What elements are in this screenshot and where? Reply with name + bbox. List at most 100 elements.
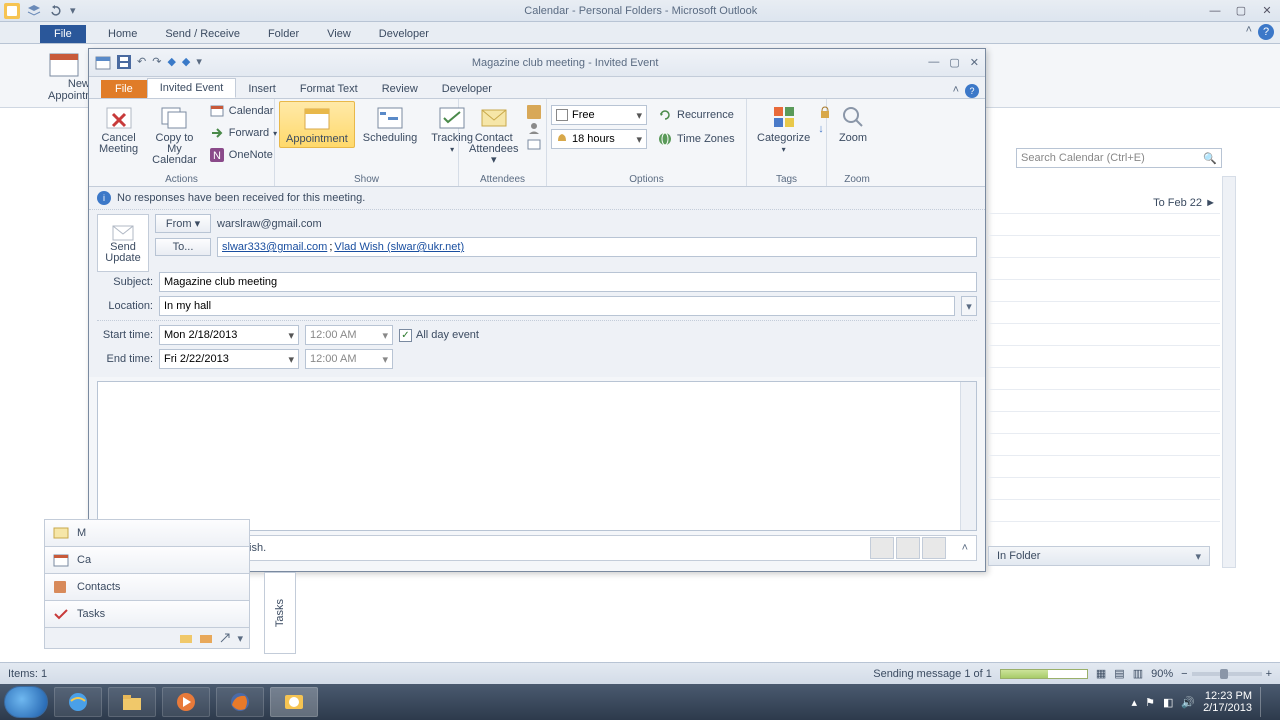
send-update-button[interactable]: Send Update [97,214,149,272]
undo-icon[interactable]: ↶ [137,55,146,71]
list-row[interactable] [988,478,1220,500]
from-button[interactable]: From ▾ [155,214,211,233]
redo-icon[interactable]: ↷ [152,55,161,71]
child-close-button[interactable]: ✕ [970,56,979,69]
nav-calendar[interactable]: Ca [44,546,250,574]
nav-contacts[interactable]: Contacts [44,573,250,601]
body-scrollbar[interactable] [960,382,976,530]
address-book-icon[interactable] [527,105,543,119]
contact-attendees-button[interactable]: Contact Attendees ▾ [463,101,525,168]
tray-action-center-icon[interactable]: ⚑ [1145,696,1155,709]
search-calendar-input[interactable]: Search Calendar (Ctrl+E) 🔍 [1016,148,1222,168]
appointment-button[interactable]: Appointment [279,101,355,148]
help-icon[interactable]: ? [1258,24,1274,40]
list-row[interactable] [988,368,1220,390]
tab-developer[interactable]: Developer [365,25,443,43]
onenote-button[interactable]: NOneNote [205,145,281,165]
list-row[interactable] [988,500,1220,522]
list-row[interactable] [988,346,1220,368]
start-button[interactable] [4,686,48,718]
avatar[interactable] [896,537,920,559]
all-day-checkbox[interactable]: ✓All day event [399,329,479,342]
taskbar-ie[interactable] [54,687,102,717]
avatar[interactable] [922,537,946,559]
response-options-icon[interactable] [527,137,543,151]
recurrence-button[interactable]: Recurrence [653,105,738,125]
nav-config-icon[interactable]: ▾ [237,632,243,645]
reminder-combo[interactable]: 18 hours ▾ [551,129,647,149]
tab-file[interactable]: File [40,25,86,43]
recipient-2[interactable]: Vlad Wish (slwar@ukr.net) [334,241,464,253]
in-folder-header[interactable]: In Folder ▾ [988,546,1210,566]
nav-mail[interactable]: M [44,519,250,547]
time-zones-button[interactable]: Time Zones [653,129,739,149]
view-normal-icon[interactable]: ▦ [1096,667,1106,680]
taskbar-outlook[interactable] [270,687,318,717]
list-row[interactable] [988,434,1220,456]
tray-network-icon[interactable]: ◧ [1163,696,1173,709]
list-row[interactable] [988,280,1220,302]
child-maximize-button[interactable]: ▢ [949,56,959,69]
taskbar-firefox[interactable] [216,687,264,717]
taskbar-media[interactable] [162,687,210,717]
shortcuts-icon[interactable] [219,632,231,644]
people-pane-toggle-icon[interactable]: ˄ [962,542,968,554]
list-row[interactable] [988,456,1220,478]
meeting-tab-invited-event[interactable]: Invited Event [147,78,237,98]
view-list-icon[interactable]: ▤ [1114,667,1124,680]
minimize-button[interactable]: — [1206,4,1224,18]
meeting-tab-review[interactable]: Review [370,80,430,98]
forward-button[interactable]: Forward▾ [205,123,281,143]
tasks-pane-collapsed[interactable]: Tasks [264,572,296,654]
recipient-1[interactable]: slwar333@gmail.com [222,241,327,253]
search-icon[interactable]: 🔍 [1203,152,1217,165]
tab-send-receive[interactable]: Send / Receive [151,25,254,43]
categorize-button[interactable]: Categorize ▾ [751,101,816,157]
zoom-slider[interactable]: − + [1181,668,1272,680]
end-date-picker[interactable]: Fri 2/22/2013▾ [159,349,299,369]
taskbar-explorer[interactable] [108,687,156,717]
send-receive-icon[interactable] [26,3,42,19]
list-row[interactable] [988,324,1220,346]
child-minimize-button[interactable]: — [928,56,939,69]
tray-volume-icon[interactable]: 🔊 [1181,696,1195,709]
ribbon-minimize-icon[interactable]: ˄ [953,84,959,98]
meeting-tab-file[interactable]: File [101,80,147,98]
to-button[interactable]: To... [155,238,211,256]
subject-field[interactable]: Magazine club meeting [159,272,977,292]
view-reading-icon[interactable]: ▥ [1133,667,1143,680]
show-as-combo[interactable]: Free ▾ [551,105,647,125]
cancel-meeting-button[interactable]: Cancel Meeting [93,101,144,157]
tab-home[interactable]: Home [94,25,151,43]
list-row[interactable] [988,258,1220,280]
tray-show-hidden-icon[interactable]: ▴ [1132,696,1138,709]
next-icon[interactable]: ◆ [182,55,190,71]
save-icon[interactable] [117,55,131,71]
copy-to-calendar-button[interactable]: Copy to My Calendar [146,101,203,168]
close-button[interactable]: ✕ [1258,4,1276,18]
undo-icon[interactable] [48,3,64,19]
prev-icon[interactable]: ◆ [167,55,175,71]
zoom-out-icon[interactable]: − [1181,668,1187,680]
to-field[interactable]: slwar333@gmail.com; Vlad Wish (slwar@ukr… [217,237,977,257]
check-names-icon[interactable] [527,121,543,135]
right-scrollbar[interactable] [1222,176,1236,568]
ribbon-minimize-icon[interactable]: ˄ [1246,24,1252,40]
tab-folder[interactable]: Folder [254,25,313,43]
start-date-picker[interactable]: Mon 2/18/2013▾ [159,325,299,345]
show-desktop-button[interactable] [1260,687,1270,717]
tray-clock[interactable]: 12:23 PM 2/17/2013 [1203,690,1252,714]
folder-icon[interactable] [179,632,193,644]
zoom-in-icon[interactable]: + [1266,668,1272,680]
list-row[interactable] [988,412,1220,434]
location-field[interactable]: In my hall [159,296,955,316]
calendar-button[interactable]: Calendar [205,101,281,121]
folder-icon[interactable] [199,632,213,644]
scheduling-button[interactable]: Scheduling [357,101,423,146]
meeting-tab-insert[interactable]: Insert [236,80,288,98]
meeting-body[interactable] [97,381,977,531]
tab-view[interactable]: View [313,25,365,43]
location-dropdown-icon[interactable]: ▾ [961,296,977,316]
list-row[interactable] [988,390,1220,412]
meeting-tab-format-text[interactable]: Format Text [288,80,370,98]
